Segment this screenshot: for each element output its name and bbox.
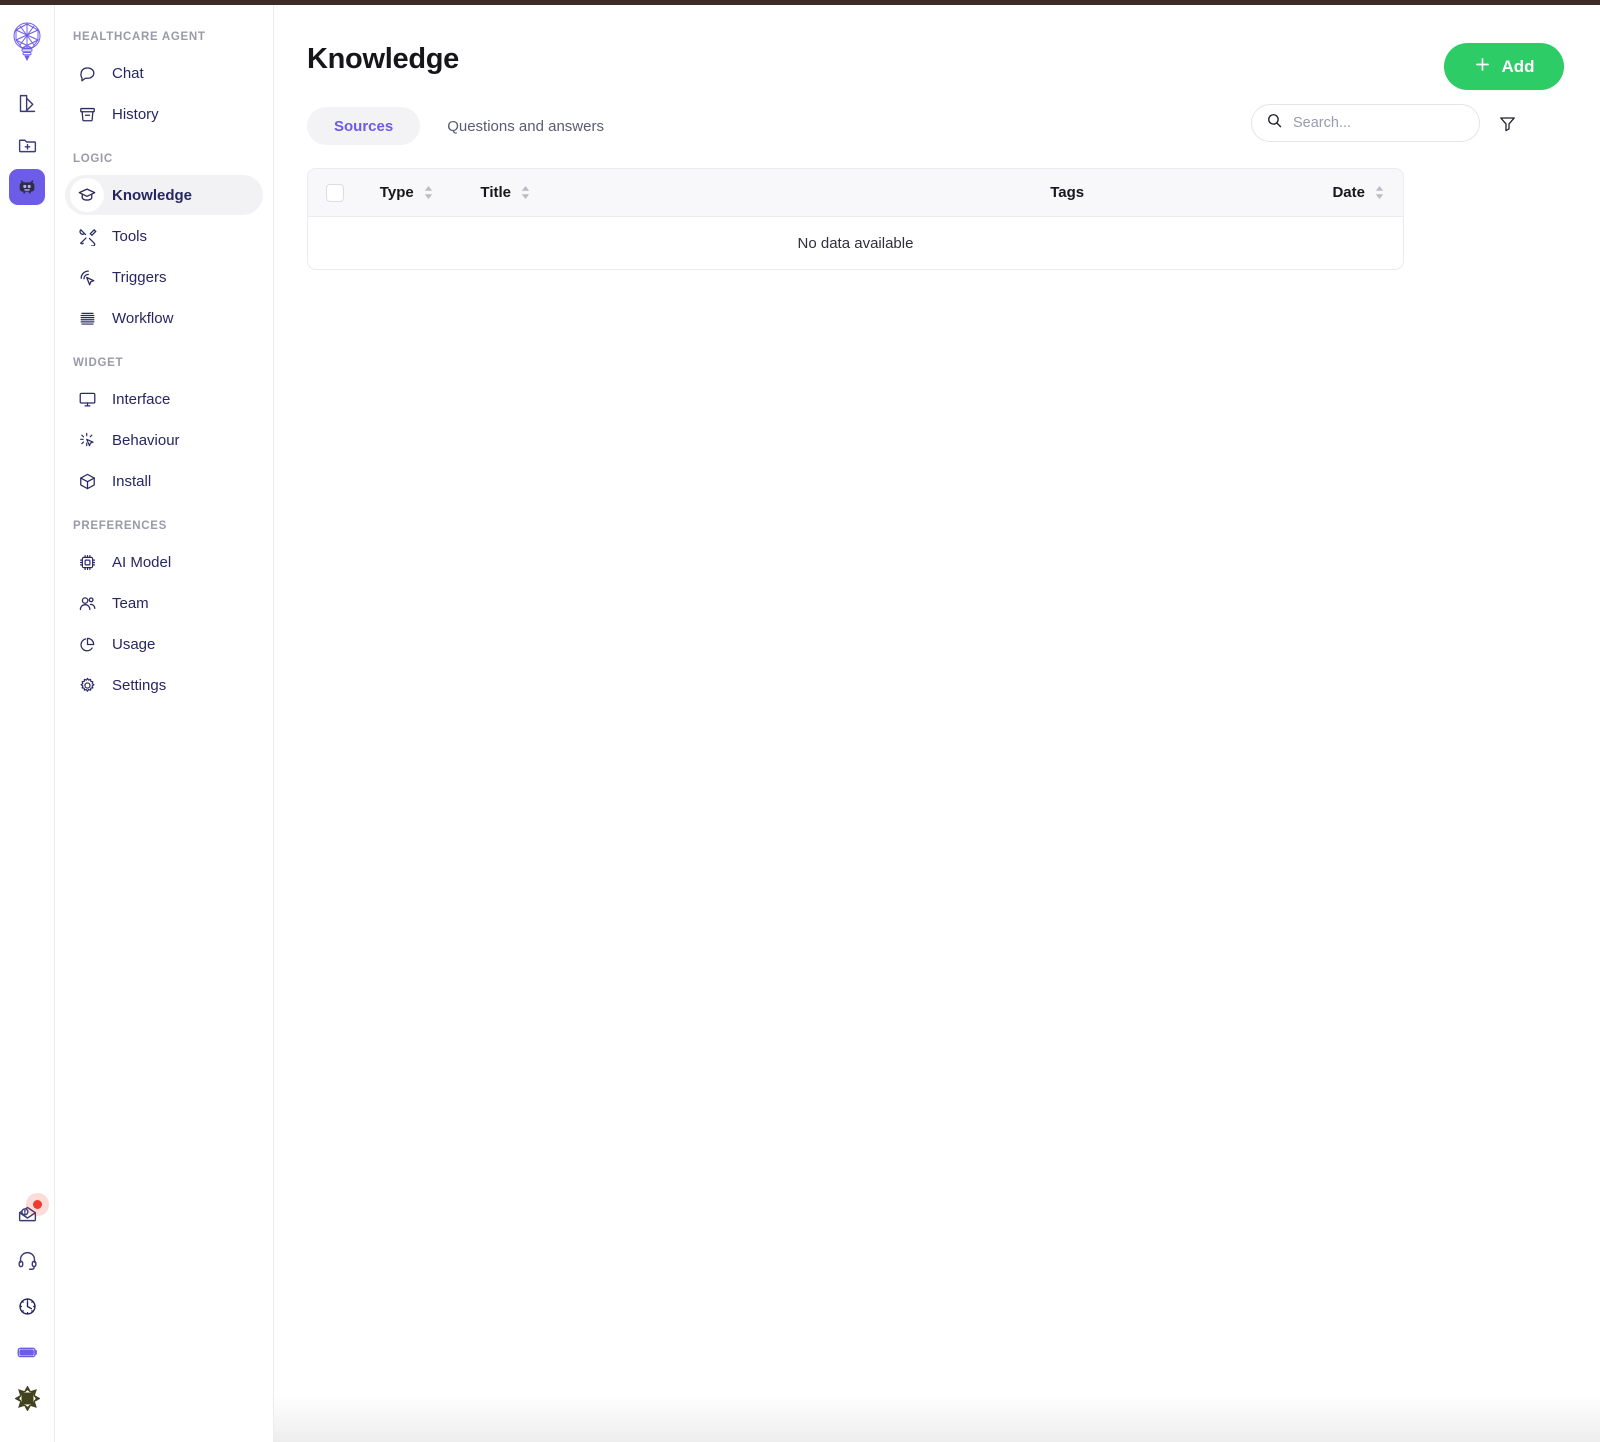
- toolbar-row: Sources Questions and answers: [307, 104, 1564, 148]
- sidebar-item-team[interactable]: Team: [65, 583, 263, 623]
- filter-funnel-icon[interactable]: [1494, 110, 1520, 136]
- credits-rail-button[interactable]: [10, 1334, 46, 1370]
- sort-arrows-icon[interactable]: [520, 185, 531, 200]
- column-label: Title: [480, 184, 511, 201]
- support-rail-button[interactable]: [10, 1242, 46, 1278]
- stacked-lines-icon: [70, 301, 104, 335]
- sidebar-item-knowledge[interactable]: Knowledge: [65, 175, 263, 215]
- select-all-checkbox[interactable]: [326, 183, 344, 202]
- sidebar-item-label: Install: [112, 472, 152, 490]
- new-folder-rail-button[interactable]: [9, 127, 45, 163]
- app-root: HEALTHCARE AGENT Chat History LOGIC Know…: [0, 0, 1600, 1442]
- sidebar-item-usage[interactable]: Usage: [65, 624, 263, 664]
- sidebar-item-label: Behaviour: [112, 431, 180, 449]
- sidebar-item-label: History: [112, 105, 159, 123]
- sort-arrows-icon[interactable]: [1374, 185, 1385, 200]
- monitor-icon: [70, 382, 104, 416]
- sidebar-item-label: Tools: [112, 227, 148, 245]
- plus-icon: [1473, 55, 1492, 79]
- page-title: Knowledge: [307, 43, 459, 75]
- sidebar-section-title: WIDGET: [73, 357, 124, 369]
- tab-sources[interactable]: Sources: [307, 107, 421, 145]
- sidebar-item-label: Workflow: [112, 309, 174, 327]
- sidebar: HEALTHCARE AGENT Chat History LOGIC Know…: [55, 5, 274, 1442]
- sidebar-item-history[interactable]: History: [65, 94, 263, 134]
- cpu-chip-icon: [70, 545, 104, 579]
- graduation-cap-icon: [70, 178, 104, 212]
- sidebar-item-install[interactable]: Install: [65, 461, 263, 501]
- chat-bubble-icon: [70, 56, 104, 90]
- sidebar-item-label: Chat: [112, 64, 144, 82]
- column-label: Type: [379, 184, 414, 201]
- sidebar-item-triggers[interactable]: Triggers: [65, 257, 263, 297]
- pie-chart-icon: [70, 627, 104, 661]
- sort-arrows-icon[interactable]: [423, 185, 434, 200]
- sidebar-item-label: Triggers: [112, 268, 167, 286]
- sidebar-item-label: Knowledge: [112, 186, 193, 204]
- gear-icon: [70, 668, 104, 702]
- design-rail-button[interactable]: [9, 85, 45, 121]
- archive-box-icon: [70, 97, 104, 131]
- sidebar-item-ai-model[interactable]: AI Model: [65, 542, 263, 582]
- sidebar-section-title: LOGIC: [73, 153, 113, 165]
- table-empty-state: No data available: [308, 217, 1403, 269]
- sidebar-item-label: Settings: [112, 676, 167, 694]
- icon-rail: [0, 5, 55, 1442]
- icon-rail-bottom-group: [0, 1196, 55, 1416]
- search-box[interactable]: [1251, 104, 1480, 142]
- sidebar-item-label: Interface: [112, 390, 171, 408]
- sources-table: Type Title Tags Date No data available: [307, 168, 1404, 270]
- sidebar-item-settings[interactable]: Settings: [65, 665, 263, 705]
- column-header-date[interactable]: Date: [1226, 184, 1385, 201]
- main-content: Knowledge Add Sources Questions and answ…: [274, 5, 1600, 1442]
- sidebar-item-interface[interactable]: Interface: [65, 379, 263, 419]
- add-button-label: Add: [1501, 56, 1535, 76]
- sidebar-item-label: AI Model: [112, 553, 172, 571]
- sidebar-item-label: Team: [112, 594, 149, 612]
- sidebar-section-title: PREFERENCES: [73, 520, 167, 532]
- users-icon: [70, 586, 104, 620]
- column-header-title[interactable]: Title: [480, 184, 908, 201]
- table-header-row: Type Title Tags Date: [308, 169, 1403, 217]
- agent-rail-button[interactable]: [9, 169, 45, 205]
- tab-questions-and-answers[interactable]: Questions and answers: [420, 107, 631, 145]
- cube-icon: [70, 464, 104, 498]
- column-label: Date: [1332, 184, 1365, 201]
- theme-rail-button[interactable]: [10, 1380, 46, 1416]
- notification-badge: [32, 1200, 42, 1209]
- sidebar-item-workflow[interactable]: Workflow: [65, 298, 263, 338]
- bottom-fade-overlay: [274, 1396, 1600, 1442]
- column-label: Tags: [1050, 184, 1085, 201]
- column-header-type[interactable]: Type: [380, 184, 481, 201]
- sidebar-section-title: HEALTHCARE AGENT: [73, 31, 206, 43]
- select-all-cell: [326, 183, 380, 202]
- sidebar-item-label: Usage: [112, 635, 156, 653]
- sidebar-item-tools[interactable]: Tools: [65, 216, 263, 256]
- sidebar-item-chat[interactable]: Chat: [65, 53, 263, 93]
- tools-icon: [70, 219, 104, 253]
- history-rail-button[interactable]: [10, 1288, 46, 1324]
- sidebar-item-behaviour[interactable]: Behaviour: [65, 420, 263, 460]
- search-area: [1251, 104, 1520, 142]
- sparkle-cursor-icon: [70, 423, 104, 457]
- search-icon: [1266, 112, 1283, 134]
- column-header-tags: Tags: [909, 184, 1226, 201]
- notifications-rail-button[interactable]: [10, 1196, 46, 1232]
- lightbulb-network-logo[interactable]: [8, 19, 46, 63]
- cursor-click-icon: [70, 260, 104, 294]
- add-button[interactable]: Add: [1444, 43, 1564, 90]
- search-input[interactable]: [1293, 115, 1465, 131]
